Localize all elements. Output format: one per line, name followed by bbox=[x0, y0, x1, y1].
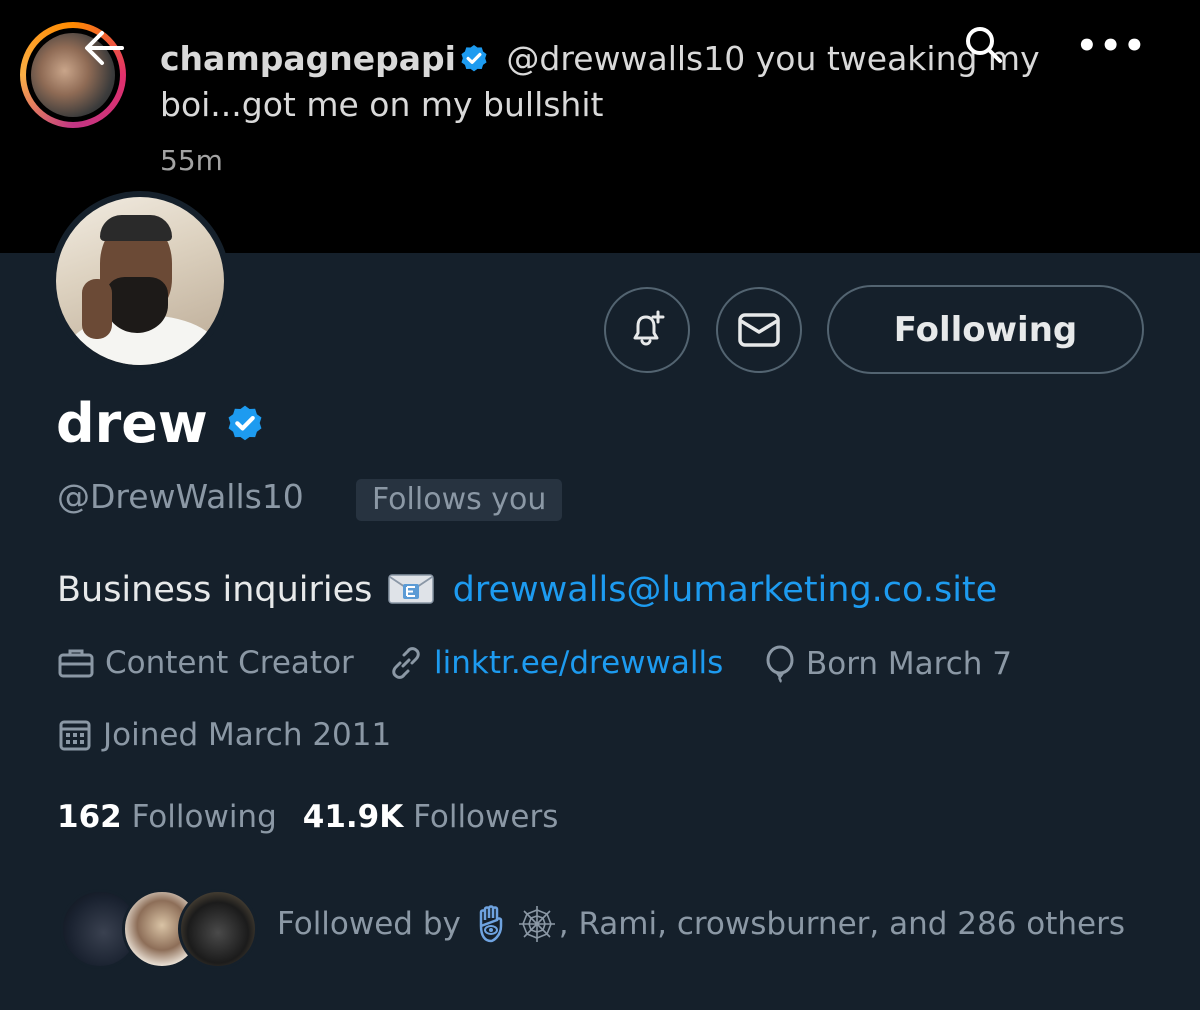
followers-label: Followers bbox=[413, 799, 559, 835]
bio-email-link[interactable]: drewwalls@lumarketing.co.site bbox=[453, 570, 998, 610]
more-icon[interactable]: ••• bbox=[1076, 29, 1145, 63]
followed-by-rest: , Rami, crowsburner, and 286 others bbox=[558, 906, 1126, 942]
hamsa-emoji-icon bbox=[479, 905, 502, 943]
back-arrow-icon[interactable] bbox=[80, 28, 126, 68]
tweet-timestamp: 55m bbox=[160, 144, 223, 177]
follow-counts: 162 Following 41.9K Followers bbox=[57, 799, 558, 835]
birthday-text: Born March 7 bbox=[806, 646, 1013, 682]
profile-handle: @DrewWalls10 bbox=[57, 477, 304, 516]
following-button[interactable]: Following bbox=[827, 285, 1144, 374]
profile-birthday: Born March 7 bbox=[764, 645, 1012, 683]
balloon-icon bbox=[766, 645, 794, 683]
message-button[interactable] bbox=[716, 287, 802, 373]
profile-avatar[interactable] bbox=[50, 191, 230, 371]
banner-tweet: champagnepapi @drewwalls10 you tweaking … bbox=[160, 36, 1170, 128]
notifications-button[interactable] bbox=[604, 287, 690, 373]
email-emoji-icon bbox=[387, 574, 434, 604]
following-count: 162 bbox=[57, 799, 122, 835]
follows-you-badge: Follows you bbox=[356, 479, 563, 521]
calendar-icon bbox=[59, 720, 91, 751]
bio-text: Business inquiries bbox=[57, 570, 373, 610]
bell-plus-icon bbox=[633, 310, 665, 346]
profile-website[interactable]: linktr.ee/drewwalls bbox=[388, 645, 723, 681]
followers-count-link[interactable]: 41.9K Followers bbox=[303, 799, 559, 835]
followers-count: 41.9K bbox=[302, 799, 404, 835]
verified-badge-icon bbox=[461, 45, 487, 72]
profile-category: Content Creator bbox=[57, 645, 354, 681]
verified-badge-icon[interactable] bbox=[224, 403, 266, 445]
envelope-icon bbox=[738, 313, 780, 347]
following-label: Following bbox=[131, 799, 277, 835]
category-text: Content Creator bbox=[105, 645, 354, 681]
followed-by-text[interactable]: Followed by , Rami, crowsburner, and 286… bbox=[277, 904, 1125, 944]
briefcase-icon bbox=[58, 649, 94, 678]
link-icon bbox=[392, 647, 420, 679]
following-count-link[interactable]: 162 Following bbox=[57, 799, 277, 835]
avatar bbox=[178, 889, 258, 969]
search-icon[interactable] bbox=[964, 25, 1004, 65]
profile-joined: Joined March 2011 bbox=[57, 717, 391, 753]
followed-by-prefix: Followed by bbox=[277, 906, 461, 942]
website-link[interactable]: linktr.ee/drewwalls bbox=[434, 645, 723, 681]
display-name-text: drew bbox=[56, 392, 208, 455]
spiderweb-emoji-icon bbox=[518, 906, 555, 942]
profile-display-name: drew bbox=[56, 392, 266, 455]
followed-by-avatars[interactable] bbox=[60, 889, 258, 971]
joined-text: Joined March 2011 bbox=[103, 717, 392, 753]
tweet-author-name[interactable]: champagnepapi bbox=[160, 39, 456, 78]
profile-bio: Business inquiries drewwalls@lumarketing… bbox=[57, 570, 997, 610]
